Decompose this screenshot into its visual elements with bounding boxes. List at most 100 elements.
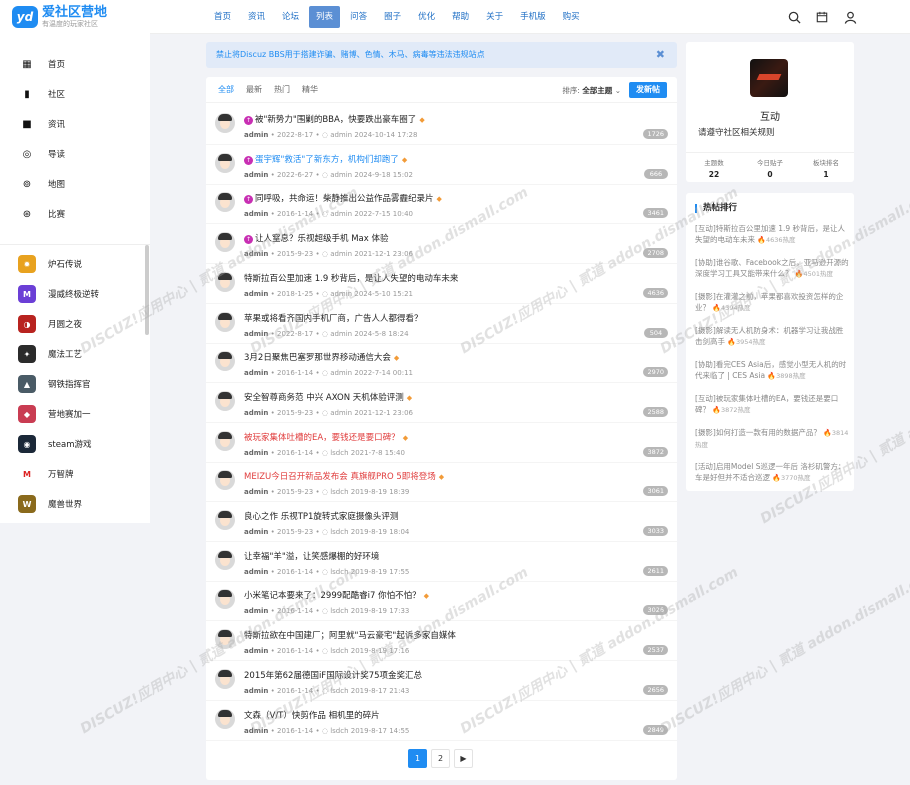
sidebar-game-item[interactable]: M 漫威终极逆转	[0, 279, 150, 309]
thread-row[interactable]: 苹果或将看齐国内手机厂商，广告人人都得看？ admin • 2022-8-17 •…	[206, 305, 677, 344]
sidebar-item-map[interactable]: ⊚ 地图	[0, 169, 150, 199]
sidebar-game-item[interactable]: ✹ 炉石传说	[0, 249, 150, 279]
thread-row[interactable]: 特斯拉欲在中国建厂；阿里就"马云豪宅"起诉多家自媒体 admin • 2016-1…	[206, 622, 677, 662]
hot-thread-item[interactable]: [互动]被玩家集体吐槽的EA，要钱还是要口碑？ 🔥3872热度	[695, 393, 850, 416]
next-page-icon[interactable]: ▶	[454, 749, 473, 768]
thread-author[interactable]: admin	[244, 727, 268, 735]
avatar[interactable]	[215, 549, 235, 570]
close-icon[interactable]: ✖	[656, 42, 665, 68]
thread-row[interactable]: 安全智尊商务范 中兴 AXON 天机体验评测 ◆ admin • 2015-9-23…	[206, 384, 677, 423]
thread-author[interactable]: admin	[244, 330, 268, 338]
thread-author[interactable]: admin	[244, 568, 268, 576]
last-reply-user[interactable]: admin	[330, 409, 352, 417]
thread-author[interactable]: admin	[244, 449, 268, 457]
avatar[interactable]	[215, 708, 235, 729]
thread-title[interactable]: 特斯拉欲在中国建厂；阿里就"马云豪宅"起诉多家自媒体	[244, 629, 456, 641]
thread-title[interactable]: ↑ 蛋宇辉"救活"了新东方，机构们却跑了 ◆	[244, 153, 407, 165]
thread-author[interactable]: admin	[244, 607, 268, 615]
thread-author[interactable]: admin	[244, 409, 268, 417]
thread-row[interactable]: 让幸福"羊"溢，让笑感爆棚的好环境 admin • 2016-1-14 • ◌ l…	[206, 543, 677, 582]
thread-title[interactable]: 安全智尊商务范 中兴 AXON 天机体验评测 ◆	[244, 391, 412, 403]
top-nav-item[interactable]: 帮助	[445, 6, 476, 28]
thread-row[interactable]: ↑ 被"新势力"围剿的BBA，快要跌出豪车圈了 ◆ admin • 2022-8-17…	[206, 106, 677, 145]
sidebar-game-item[interactable]: ◆ 营地赛加一	[0, 399, 150, 429]
hot-thread-item[interactable]: [互动]特斯拉百公里加速 1.9 秒背后，是让人失望的电动车未来 🔥4636热度	[695, 223, 850, 246]
thread-row[interactable]: 良心之作 乐视TP1旋转式家庭摄像头评测 admin • 2015-9-23 • …	[206, 503, 677, 542]
hot-thread-item[interactable]: [摄影]如何打造一款有用的数据产品？ 🔥3814热度	[695, 427, 850, 451]
avatar[interactable]	[215, 430, 235, 451]
last-reply-user[interactable]: lsdch	[330, 568, 348, 576]
sidebar-game-item[interactable]: ▲ 钢铁指挥官	[0, 369, 150, 399]
tab-item[interactable]: 热门	[274, 84, 290, 95]
hot-thread-item[interactable]: [摄影]解读无人机防身术：机器学习让我战胜击剑高手 🔥3954热度	[695, 325, 850, 348]
sidebar-item-home[interactable]: ▦ 首页	[0, 49, 150, 79]
page-button[interactable]: 1	[408, 749, 427, 768]
thread-title[interactable]: 特斯拉百公里加速 1.9 秒背后，是让人失望的电动车未来	[244, 272, 458, 284]
avatar[interactable]	[215, 470, 235, 491]
last-reply-user[interactable]: admin	[330, 290, 352, 298]
top-nav-item[interactable]: 关于	[479, 6, 510, 28]
avatar[interactable]	[215, 668, 235, 689]
last-reply-user[interactable]: lsdch	[330, 488, 348, 496]
tab-item[interactable]: 精华	[302, 84, 318, 95]
sidebar-scrollbar[interactable]	[145, 245, 149, 335]
sidebar-item-community[interactable]: ▮ 社区	[0, 79, 150, 109]
last-reply-user[interactable]: lsdch	[330, 647, 348, 655]
avatar[interactable]	[215, 629, 235, 650]
hot-thread-item[interactable]: [活动]启用Model S巡逻一年后 洛杉矶警方：车是好但并不适合巡逻 🔥377…	[695, 461, 850, 484]
avatar[interactable]	[215, 152, 235, 173]
thread-row[interactable]: 2015年第62届德国iF国际设计奖75项金奖汇总 admin • 2016-1-…	[206, 662, 677, 701]
top-nav-item[interactable]: 论坛	[275, 6, 306, 28]
sort-select[interactable]: 排序: 全部主题 ⌄	[562, 85, 621, 96]
last-reply-user[interactable]: admin	[330, 369, 352, 377]
last-reply-user[interactable]: lsdch	[330, 449, 348, 457]
thread-row[interactable]: 文森（V/T）快剪作品 相机里的碎片 admin • 2016-1-14 • ◌ …	[206, 702, 677, 741]
hot-thread-item[interactable]: [协助]看完CES Asia后，感觉小型无人机的时代来临了 | CES Asia…	[695, 359, 850, 382]
new-thread-button[interactable]: 发新帖	[629, 82, 667, 98]
thread-author[interactable]: admin	[244, 171, 268, 179]
sidebar-game-item[interactable]: ✦ 魔法工艺	[0, 339, 150, 369]
sidebar-game-item[interactable]: M 万智牌	[0, 459, 150, 489]
site-logo[interactable]: yd 爱社区营地 有温度的玩家社区	[0, 0, 150, 34]
thread-author[interactable]: admin	[244, 528, 268, 536]
tab-item[interactable]: 最新	[246, 84, 262, 95]
thread-row[interactable]: ↑ 蛋宇辉"救活"了新东方，机构们却跑了 ◆ admin • 2022-6-27 • …	[206, 146, 677, 185]
last-reply-user[interactable]: admin	[330, 210, 352, 218]
hot-thread-item[interactable]: [摄影]在灌灌之前，苹果都喜欢投资怎样的企业？ 🔥4394热度	[695, 291, 850, 314]
top-nav-item[interactable]: 购买	[556, 6, 587, 28]
top-nav-item[interactable]: 优化	[411, 6, 442, 28]
thread-title[interactable]: 良心之作 乐视TP1旋转式家庭摄像头评测	[244, 510, 398, 522]
thread-row[interactable]: ↑ 同呼吸，共命运！柴静推出公益作品雾霾纪录片 ◆ admin • 2016-1-14…	[206, 185, 677, 225]
sidebar-game-item[interactable]: W 魔兽世界	[0, 489, 150, 519]
thread-author[interactable]: admin	[244, 369, 268, 377]
tab-item[interactable]: 全部	[218, 84, 234, 95]
thread-author[interactable]: admin	[244, 210, 268, 218]
sidebar-item-guide[interactable]: ◎ 导读	[0, 139, 150, 169]
thread-title[interactable]: ↑ 被"新势力"围剿的BBA，快要跌出豪车圈了 ◆	[244, 113, 425, 125]
thread-author[interactable]: admin	[244, 250, 268, 258]
sidebar-item-news[interactable]: ■ 资讯	[0, 109, 150, 139]
top-nav-item[interactable]: 问答	[343, 6, 374, 28]
avatar[interactable]	[215, 113, 235, 133]
thread-author[interactable]: admin	[244, 687, 268, 695]
sidebar-item-match[interactable]: ⊛ 比赛	[0, 199, 150, 229]
last-reply-user[interactable]: lsdch	[330, 607, 348, 615]
top-nav-item[interactable]: 首页	[207, 6, 238, 28]
avatar[interactable]	[215, 589, 235, 610]
last-reply-user[interactable]: admin	[330, 171, 352, 179]
thread-author[interactable]: admin	[244, 290, 268, 298]
last-reply-user[interactable]: admin	[330, 131, 352, 139]
search-icon[interactable]	[786, 9, 802, 25]
thread-title[interactable]: ↑ 让人窒息？乐视超级手机 Max 体验	[244, 232, 388, 245]
thread-title[interactable]: 苹果或将看齐国内手机厂商，广告人人都得看？	[244, 312, 423, 324]
thread-title[interactable]: 3月2日聚焦巴塞罗那世界移动通信大会 ◆	[244, 351, 399, 363]
avatar[interactable]	[215, 510, 235, 530]
hot-thread-item[interactable]: [协助]谁谷歌、Facebook之后，亚马逊开源的深度学习工具又能带来什么？ 🔥…	[695, 257, 850, 280]
sidebar-game-item[interactable]: ◑ 月圆之夜	[0, 309, 150, 339]
last-reply-user[interactable]: lsdch	[330, 727, 348, 735]
user-icon[interactable]	[842, 9, 858, 25]
thread-title[interactable]: 让幸福"羊"溢，让笑感爆棚的好环境	[244, 550, 379, 562]
last-reply-user[interactable]: admin	[330, 250, 352, 258]
last-reply-user[interactable]: lsdch	[330, 687, 348, 695]
avatar[interactable]	[215, 351, 235, 372]
